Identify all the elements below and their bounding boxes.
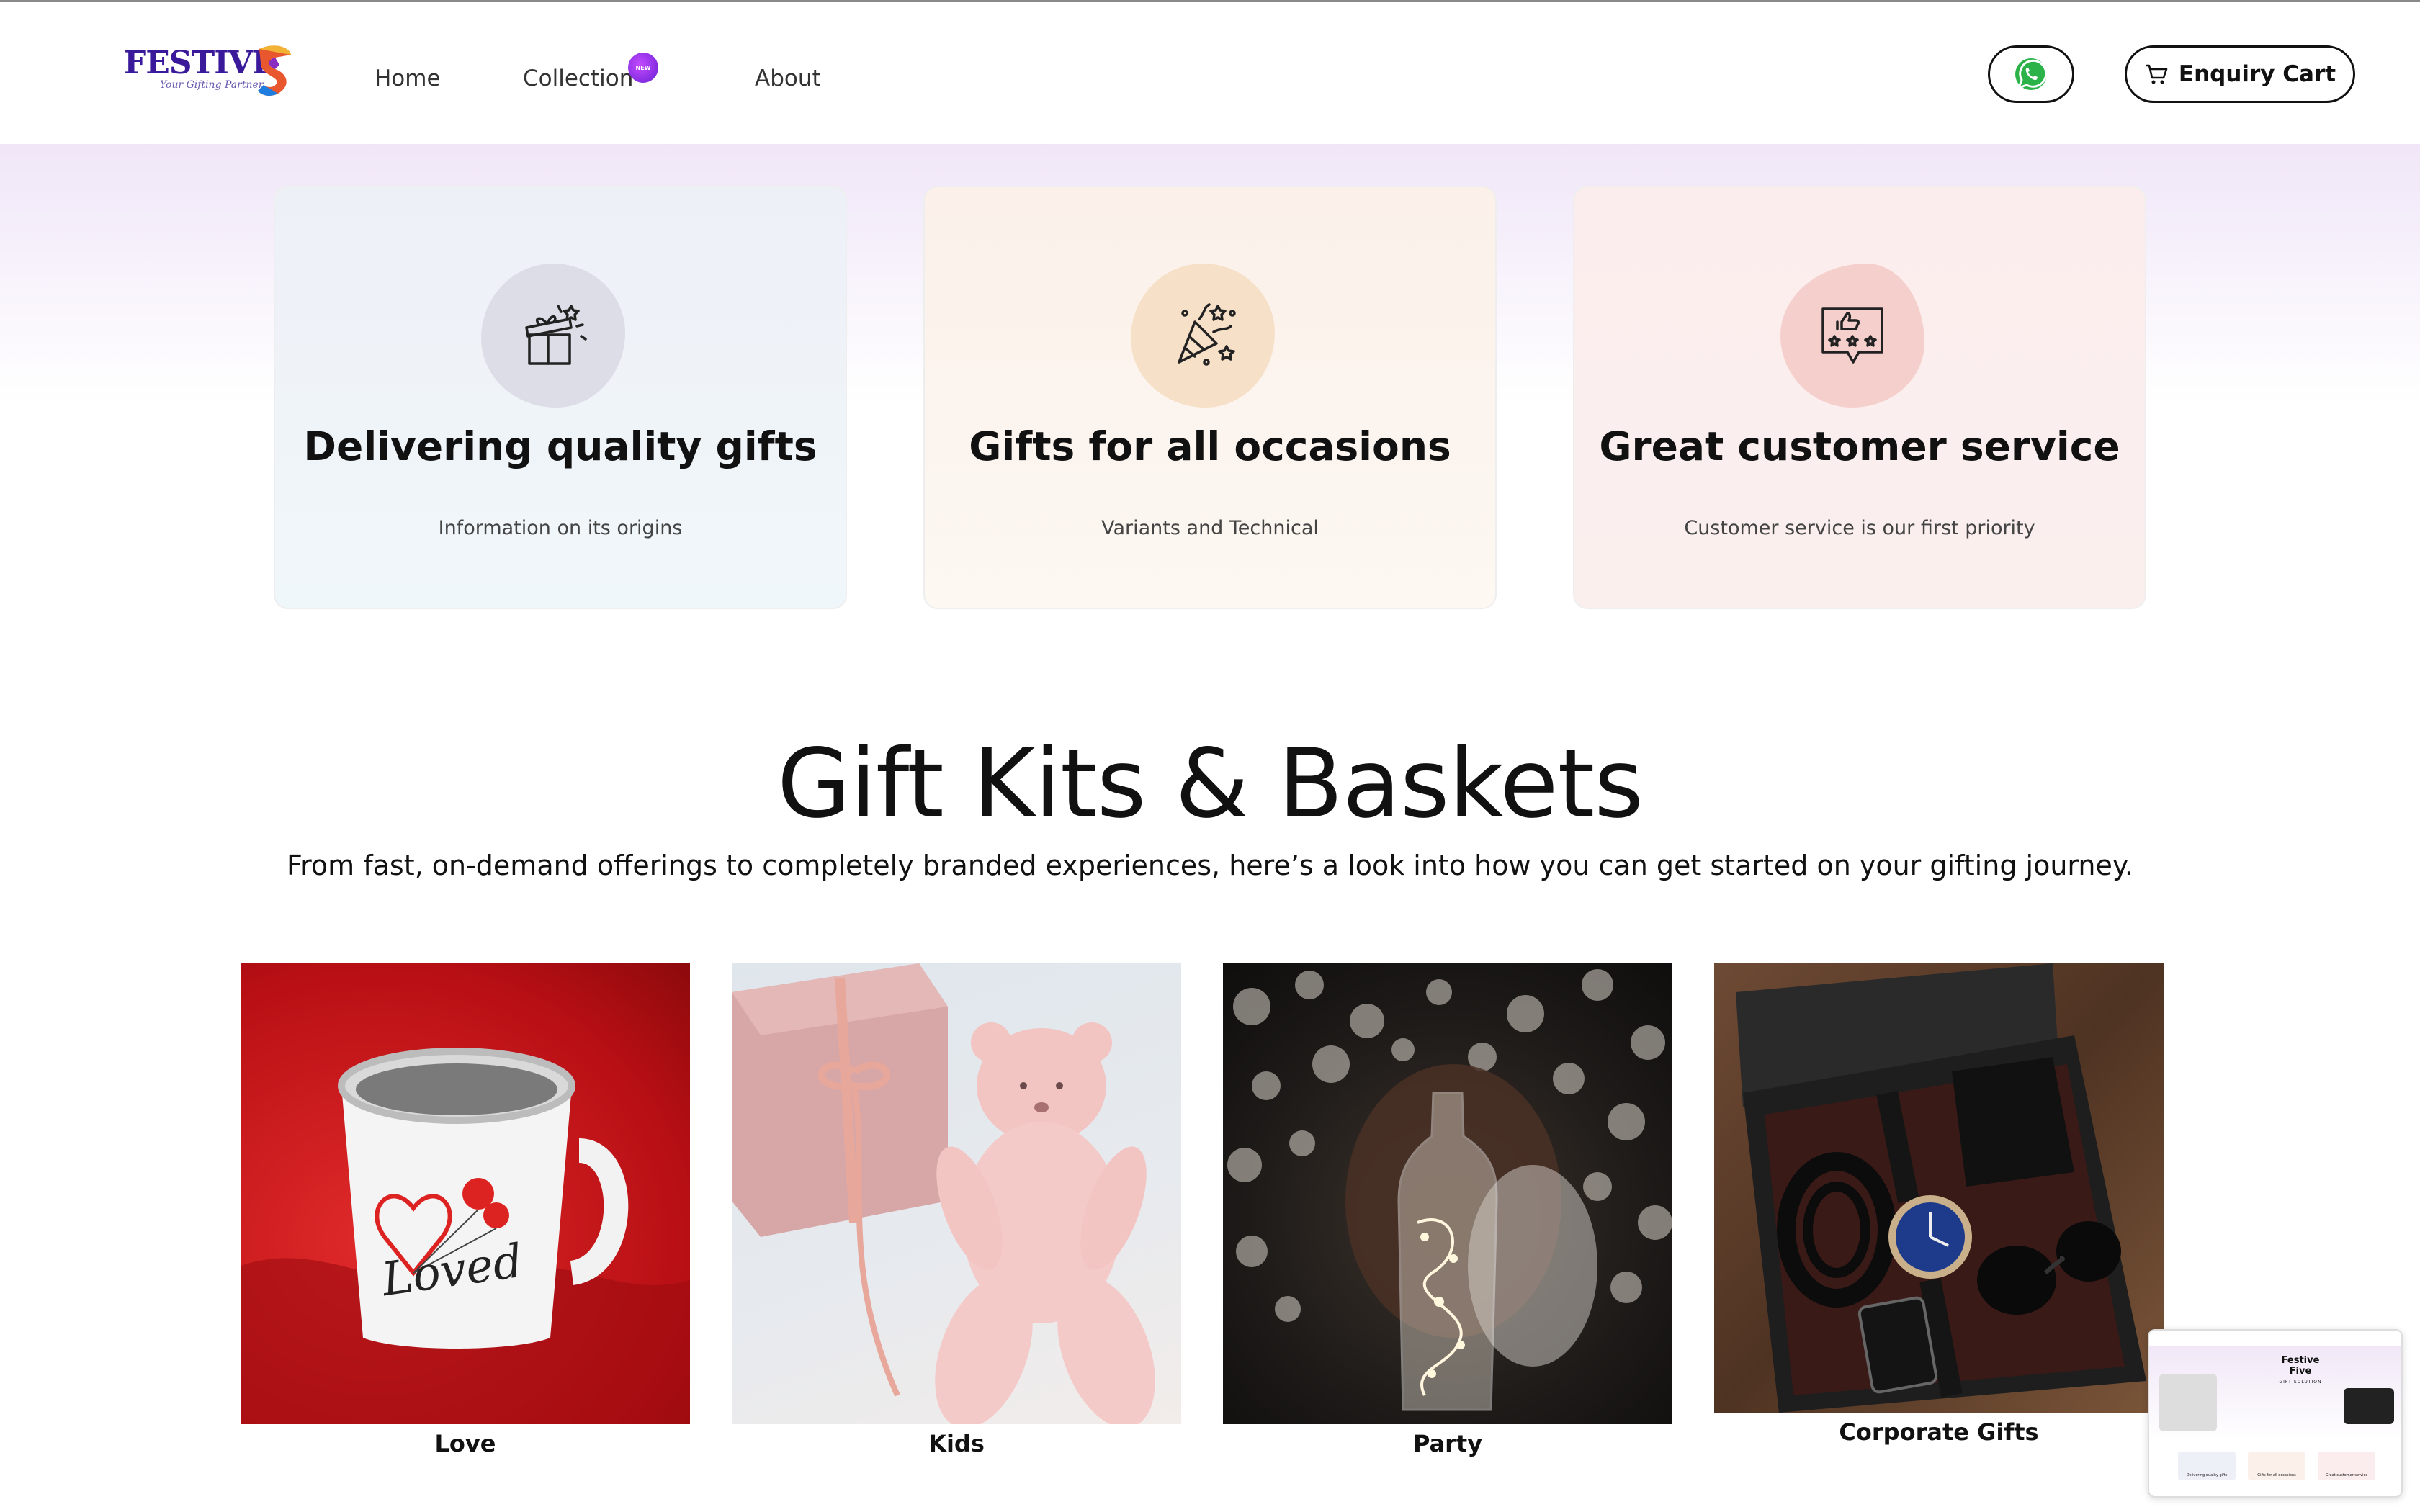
preview-feature: Gifts for all occasions: [2248, 1452, 2305, 1480]
feature-subtitle: Variants and Technical: [1101, 517, 1319, 539]
product-image-party[interactable]: [1223, 963, 1672, 1424]
feature-icon-blob: [481, 264, 625, 408]
enquiry-cart-button[interactable]: Enquiry Cart: [2125, 45, 2355, 103]
product-image-corporate[interactable]: [1714, 963, 2164, 1413]
watch-set-illustration: [1736, 963, 2146, 1413]
section-title: Gift Kits & Baskets: [776, 729, 1644, 840]
bottle-lights-illustration: [1227, 969, 1672, 1411]
product-label[interactable]: Love: [241, 1430, 690, 1457]
feature-icon-blob: [1131, 264, 1275, 408]
preview-feature: Great customer service: [2318, 1452, 2375, 1480]
teddy-gift-illustration: [732, 963, 1155, 1424]
nav-collection[interactable]: Collection: [523, 66, 633, 91]
product-card-party[interactable]: Party: [1223, 963, 1672, 1457]
nav-home[interactable]: Home: [375, 66, 441, 91]
whatsapp-icon: [2015, 58, 2048, 90]
feature-title: Gifts for all occasions: [969, 423, 1451, 469]
section-subtitle: From fast, on-demand offerings to comple…: [287, 850, 2133, 881]
preview-header: [2149, 1331, 2401, 1346]
feature-icon-blob: [1780, 264, 1924, 408]
product-card-kids[interactable]: Kids: [732, 963, 1181, 1457]
brand-mark-icon: [258, 45, 291, 96]
brand-tagline: Your Gifting Partner: [160, 79, 264, 91]
nav-about[interactable]: About: [755, 66, 821, 91]
brand-logo[interactable]: FESTIVE Your Gifting Partner: [124, 42, 297, 99]
product-label[interactable]: Party: [1223, 1430, 1672, 1457]
whatsapp-button[interactable]: [1988, 45, 2074, 103]
preview-title: Festive Five GIFT SOLUTION: [2279, 1355, 2322, 1385]
gift-box-icon: [525, 305, 587, 365]
rating-feedback-icon: [1821, 307, 1883, 364]
brand-name: FESTIVE: [124, 45, 277, 81]
preview-feature: Delivering quality gifts: [2178, 1452, 2236, 1480]
page-preview-thumbnail[interactable]: Festive Five GIFT SOLUTION Delivering qu…: [2148, 1329, 2403, 1498]
cart-icon: [2145, 64, 2168, 84]
feature-title: Great customer service: [1599, 423, 2120, 469]
cart-label: Enquiry Cart: [2178, 61, 2336, 87]
product-image-kids[interactable]: [732, 963, 1181, 1424]
product-image-love[interactable]: Loved: [241, 963, 690, 1424]
feature-card-quality: Delivering quality gifts Information on …: [274, 186, 847, 609]
feature-title: Delivering quality gifts: [303, 423, 817, 469]
preview-image: [2344, 1388, 2394, 1424]
product-label[interactable]: Kids: [732, 1430, 1181, 1457]
product-label[interactable]: Corporate Gifts: [1714, 1418, 2164, 1446]
preview-image: [2159, 1374, 2217, 1431]
mug-illustration: [241, 1048, 690, 1424]
feature-subtitle: Customer service is our first priority: [1684, 517, 2035, 539]
product-card-love[interactable]: Loved Love: [241, 963, 690, 1457]
new-badge: NEW: [628, 53, 658, 83]
site-header: FESTIVE Your Gifting Partner Home Collec…: [0, 2, 2420, 144]
feature-card-service: Great customer service Customer service …: [1573, 186, 2146, 609]
feature-subtitle: Information on its origins: [438, 517, 683, 539]
feature-card-occasions: Gifts for all occasions Variants and Tec…: [923, 186, 1497, 609]
product-card-corporate[interactable]: Corporate Gifts: [1714, 963, 2164, 1446]
party-popper-icon: [1178, 303, 1236, 366]
